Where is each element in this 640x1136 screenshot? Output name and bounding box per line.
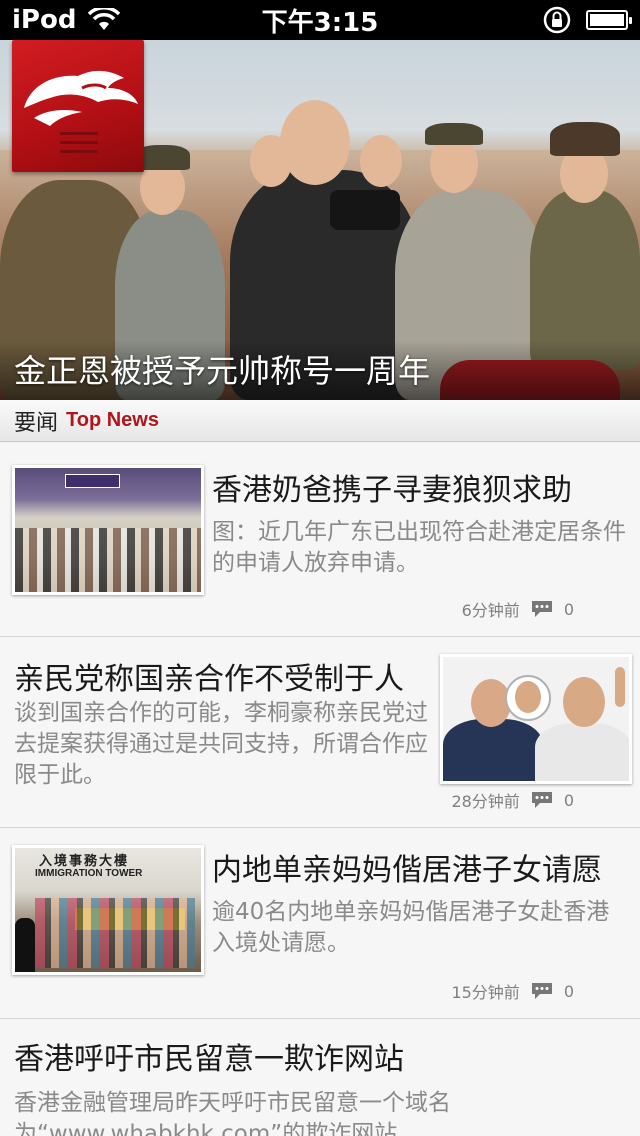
battery-icon <box>586 10 632 30</box>
news-meta: 6分钟前 0 <box>462 597 574 621</box>
wifi-icon <box>88 8 121 30</box>
news-summary: 图：近几年广东已出现符合赴港定居条件的申请人放弃申请。 <box>212 519 626 576</box>
news-title: 亲民党称国亲合作不受制于人 <box>14 662 404 697</box>
hero-caption: 金正恩被授予元帅称号一周年 <box>14 352 431 390</box>
thumb-sign-cn: 入境事務大樓 <box>39 854 130 869</box>
news-item[interactable]: 香港呼吁市民留意一欺诈网站 香港金融管理局昨天呼吁市民留意一个域名为“www.w… <box>0 1020 640 1136</box>
news-item[interactable]: 香港奶爸携子寻妻狼狈求助 图：近几年广东已出现符合赴港定居条件的申请人放弃申请。… <box>0 443 640 637</box>
news-meta: 15分钟前 0 <box>451 979 574 1003</box>
news-title: 香港奶爸携子寻妻狼狈求助 <box>212 473 572 508</box>
news-meta: 28分钟前 0 <box>451 788 574 812</box>
news-summary: 逾40名内地单亲妈妈偕居港子女赴香港入境处请愿。 <box>212 899 610 956</box>
news-item[interactable]: 亲民党称国亲合作不受制于人 谈到国亲合作的可能，李桐豪称亲民党过去提案获得通过是… <box>0 638 640 828</box>
section-title-cn: 要闻 <box>14 410 59 436</box>
news-title: 香港呼吁市民留意一欺诈网站 <box>14 1042 404 1077</box>
news-time: 28分钟前 <box>451 792 520 811</box>
news-thumbnail <box>12 465 204 595</box>
comment-icon <box>531 601 552 617</box>
news-time: 6分钟前 <box>461 601 520 620</box>
app-screen: iPod 下午3:15 金正恩被授予元帅称号一周年 要闻 Top News 香港… <box>0 0 640 1136</box>
section-title-en: Top News <box>66 409 159 431</box>
menu-icon <box>60 132 98 159</box>
comment-count: 0 <box>563 981 574 1001</box>
app-logo-menu-button[interactable] <box>12 40 144 172</box>
carrier-label: iPod <box>12 5 77 35</box>
comment-count: 0 <box>563 599 574 619</box>
news-thumbnail <box>440 654 632 784</box>
section-header: 要闻 Top News <box>0 400 640 442</box>
comment-icon <box>531 792 552 808</box>
rotation-lock-icon <box>543 6 571 34</box>
thumb-sign-en: IMMIGRATION TOWER <box>35 868 143 879</box>
news-summary: 谈到国亲合作的可能，李桐豪称亲民党过去提案获得通过是共同支持，所谓合作应限于此。 <box>14 700 428 788</box>
comment-icon <box>531 983 552 999</box>
dragon-logo-icon <box>24 70 138 126</box>
comment-count: 0 <box>563 790 574 810</box>
news-title: 内地单亲妈妈偕居港子女请愿 <box>212 853 602 888</box>
news-thumbnail: 入境事務大樓 IMMIGRATION TOWER <box>12 845 204 975</box>
news-item[interactable]: 入境事務大樓 IMMIGRATION TOWER 内地单亲妈妈偕居港子女请愿 逾… <box>0 829 640 1019</box>
status-bar: iPod 下午3:15 <box>0 0 640 40</box>
news-summary: 香港金融管理局昨天呼吁市民留意一个域名为“www.whabkhk.com”的欺诈… <box>14 1090 451 1136</box>
news-time: 15分钟前 <box>451 983 520 1002</box>
